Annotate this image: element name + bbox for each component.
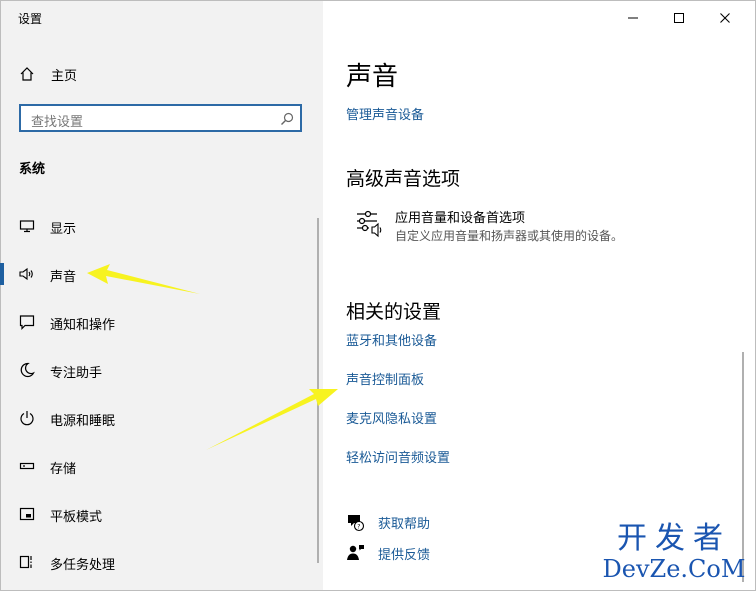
feedback-person-icon — [345, 543, 365, 563]
sidebar-scrollbar[interactable] — [317, 218, 319, 563]
active-indicator — [0, 263, 4, 285]
sidebar-item-label: 多任务处理 — [50, 558, 116, 573]
sound-control-panel-link[interactable]: 声音控制面板 — [346, 369, 424, 388]
window-title: 设置 — [18, 12, 43, 26]
storage-icon — [17, 456, 37, 476]
search-placeholder: 查找设置 — [31, 115, 84, 130]
equalizer-icon — [355, 208, 385, 238]
maximize-button[interactable] — [667, 8, 691, 28]
sidebar-item-tablet-mode[interactable]: 平板模式 — [0, 499, 322, 529]
notification-icon — [17, 312, 37, 332]
maximize-icon — [674, 13, 684, 23]
watermark-logo: 开发者 DevZe.CoM — [598, 522, 750, 584]
bluetooth-devices-link[interactable]: 蓝牙和其他设备 — [346, 330, 437, 349]
sidebar-item-home[interactable]: 主页 — [17, 63, 77, 85]
sidebar-item-label: 电源和睡眠 — [50, 414, 116, 429]
get-help-link[interactable]: ? 获取帮助 — [345, 511, 430, 533]
app-volume-device-prefs-description: 自定义应用音量和扬声器或其使用的设备。 — [395, 229, 624, 243]
get-help-label: 获取帮助 — [378, 516, 431, 532]
related-settings-heading: 相关的设置 — [346, 301, 442, 323]
give-feedback-link[interactable]: 提供反馈 — [345, 542, 430, 564]
sidebar-item-label: 显示 — [50, 222, 77, 237]
power-icon — [17, 408, 37, 428]
svg-text:?: ? — [357, 523, 360, 530]
sidebar-item-focus-assist[interactable]: 专注助手 — [0, 355, 322, 385]
section-label-system: 系统 — [19, 162, 46, 177]
monitor-icon — [17, 216, 37, 236]
sidebar-item-sound[interactable]: 声音 — [0, 259, 322, 289]
sidebar-item-multitasking[interactable]: 多任务处理 — [0, 547, 322, 577]
multitask-icon — [17, 552, 37, 572]
watermark-line1: 开发者 — [617, 521, 731, 556]
sidebar-item-display[interactable]: 显示 — [0, 211, 322, 241]
page-title: 声音 — [346, 62, 399, 92]
close-icon — [720, 13, 730, 23]
watermark-line2: DevZe.CoM — [602, 555, 746, 583]
microphone-privacy-link[interactable]: 麦克风隐私设置 — [346, 408, 437, 427]
sidebar-item-label: 存储 — [50, 462, 77, 477]
moon-icon — [17, 360, 37, 380]
sidebar-item-label: 专注助手 — [50, 366, 103, 381]
close-button[interactable] — [713, 8, 737, 28]
minimize-icon — [628, 17, 638, 19]
sidebar-item-label: 平板模式 — [50, 510, 103, 525]
advanced-sound-heading: 高级声音选项 — [346, 168, 461, 190]
sidebar-item-label: 声音 — [50, 270, 77, 285]
speaker-icon — [17, 264, 37, 284]
home-label: 主页 — [51, 68, 78, 84]
tablet-icon — [17, 504, 37, 524]
manage-sound-devices-link[interactable]: 管理声音设备 — [346, 104, 424, 123]
minimize-button[interactable] — [621, 8, 645, 28]
give-feedback-label: 提供反馈 — [378, 547, 431, 563]
search-input[interactable]: 查找设置 — [19, 104, 302, 132]
app-volume-device-prefs-button[interactable]: 应用音量和设备首选项 — [395, 207, 525, 226]
ease-of-access-audio-link[interactable]: 轻松访问音频设置 — [346, 447, 450, 466]
sidebar-item-power[interactable]: 电源和睡眠 — [0, 403, 322, 433]
home-icon — [17, 64, 37, 84]
search-icon[interactable] — [280, 111, 294, 125]
sidebar-item-notifications[interactable]: 通知和操作 — [0, 307, 322, 337]
help-chat-icon: ? — [345, 512, 365, 532]
sidebar-item-label: 通知和操作 — [50, 318, 116, 333]
sidebar-item-storage[interactable]: 存储 — [0, 451, 322, 481]
